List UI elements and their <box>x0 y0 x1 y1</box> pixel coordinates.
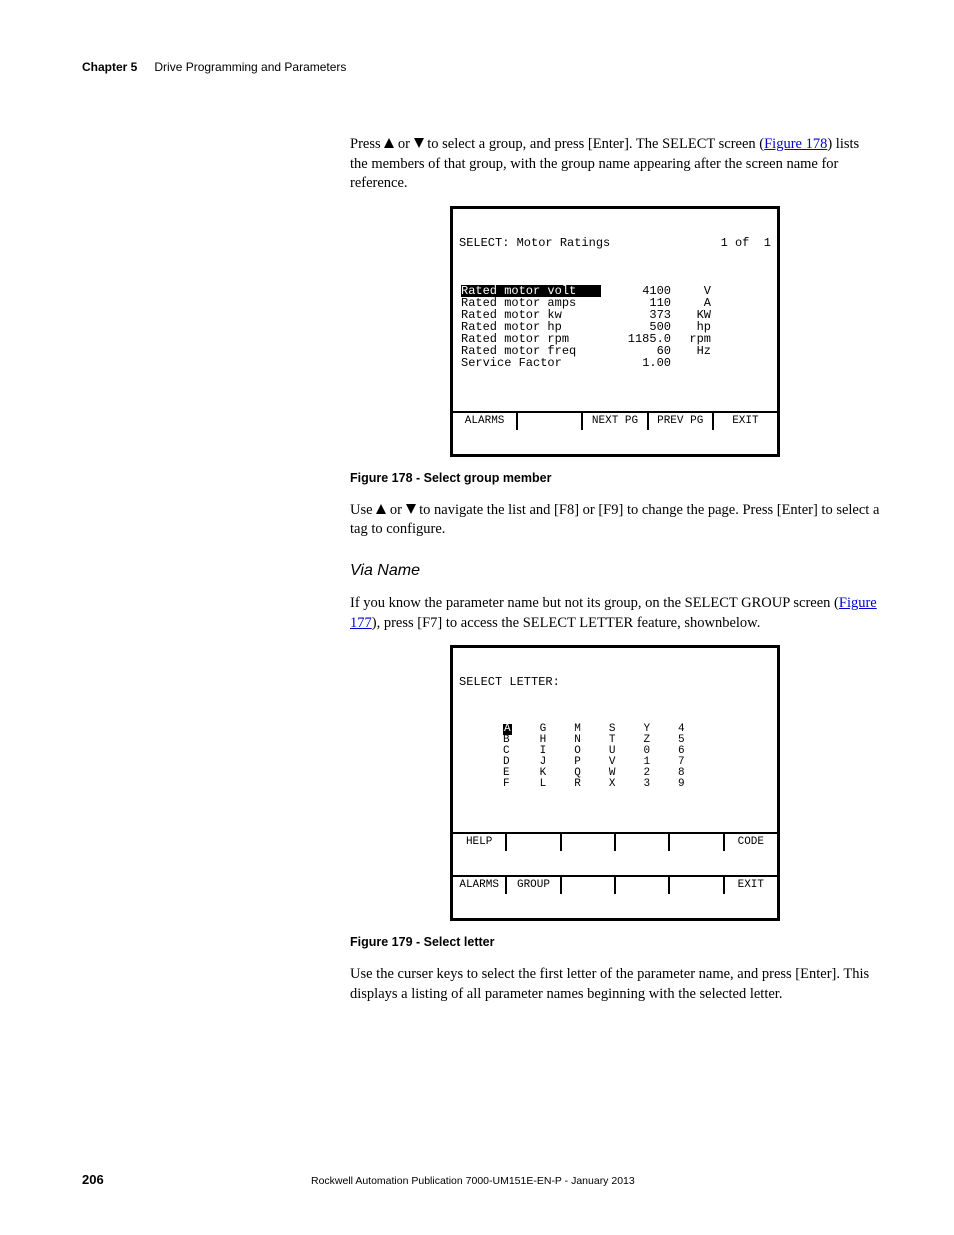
letter-cell[interactable]: X <box>609 779 616 790</box>
lcd-row-label: Rated motor freq <box>461 345 601 357</box>
lcd-row-unit <box>671 357 717 369</box>
lcd-row-label: Rated motor amps <box>461 297 601 309</box>
letter-cell[interactable]: 3 <box>643 779 650 790</box>
lcd-button <box>616 834 670 851</box>
lcd-button <box>518 413 583 430</box>
figure-178-caption: Figure 178 - Select group member <box>350 471 880 485</box>
lcd-button <box>670 877 724 894</box>
letter-column: GHIJKL <box>540 724 547 790</box>
lcd-button[interactable]: ALARMS <box>453 877 507 894</box>
down-arrow-icon <box>406 504 416 514</box>
lcd1-title-right: 1 of 1 <box>721 237 771 249</box>
paragraph-3: If you know the parameter name but not i… <box>350 594 880 633</box>
chapter-label: Chapter 5 <box>82 60 137 74</box>
lcd-row: Rated motor freq60Hz <box>461 345 769 357</box>
page-header: Chapter 5 Drive Programming and Paramete… <box>82 60 872 75</box>
lcd-row: Rated motor volt4100V <box>461 285 769 297</box>
lcd-button <box>616 877 670 894</box>
lcd-button[interactable]: GROUP <box>507 877 561 894</box>
lcd-button <box>562 834 616 851</box>
lcd-row: Rated motor rpm1185.0rpm <box>461 333 769 345</box>
page-number: 206 <box>82 1172 104 1187</box>
lcd-row: Rated motor kw373KW <box>461 309 769 321</box>
paragraph-2: Use or to navigate the list and [F8] or … <box>350 501 880 540</box>
lcd-row-unit: Hz <box>671 345 717 357</box>
lcd-button[interactable]: EXIT <box>714 413 777 430</box>
up-arrow-icon <box>384 138 394 148</box>
lcd-row-value: 4100 <box>601 285 671 297</box>
letter-cell[interactable]: F <box>503 779 512 790</box>
lcd-row-unit: V <box>671 285 717 297</box>
lcd-row-value: 373 <box>601 309 671 321</box>
lcd1-title-left: SELECT: Motor Ratings <box>459 237 610 249</box>
lcd-row-unit: A <box>671 297 717 309</box>
lcd-select-letter: SELECT LETTER: ABCDEF GHIJKL MNOPQR STUVWX Y… <box>450 645 780 921</box>
lcd2-title: SELECT LETTER: <box>459 676 560 688</box>
letter-column: 456789 <box>678 724 685 790</box>
lcd-button <box>670 834 724 851</box>
lcd-row-value: 1.00 <box>601 357 671 369</box>
lcd-button[interactable]: ALARMS <box>453 413 518 430</box>
lcd-row-unit: rpm <box>671 333 717 345</box>
lcd-button[interactable]: PREV PG <box>649 413 714 430</box>
lcd-row-label: Rated motor kw <box>461 309 601 321</box>
lcd-button[interactable]: EXIT <box>725 877 777 894</box>
lcd-button[interactable]: HELP <box>453 834 507 851</box>
lcd-button[interactable]: NEXT PG <box>583 413 648 430</box>
letter-column: STUVWX <box>609 724 616 790</box>
lcd-row: Rated motor hp500hp <box>461 321 769 333</box>
lcd-row-value: 110 <box>601 297 671 309</box>
letter-column: ABCDEF <box>503 724 512 790</box>
letter-column: MNOPQR <box>574 724 581 790</box>
lcd-button[interactable]: CODE <box>725 834 777 851</box>
lcd-row: Rated motor amps110A <box>461 297 769 309</box>
figure-179-caption: Figure 179 - Select letter <box>350 935 880 949</box>
page-footer: 206 Rockwell Automation Publication 7000… <box>82 1172 872 1187</box>
lcd-select-group-member: SELECT: Motor Ratings 1 of 1 Rated motor… <box>450 206 780 457</box>
letter-cell[interactable]: L <box>540 779 547 790</box>
lcd-row-label: Rated motor volt <box>461 285 601 297</box>
paragraph-1: Press or to select a group, and press [E… <box>350 135 880 194</box>
publication-line: Rockwell Automation Publication 7000-UM1… <box>104 1175 842 1187</box>
lcd-row-unit: KW <box>671 309 717 321</box>
lcd-row-label: Rated motor rpm <box>461 333 601 345</box>
lcd-row: Service Factor1.00 <box>461 357 769 369</box>
lcd-button <box>562 877 616 894</box>
down-arrow-icon <box>414 138 424 148</box>
lcd-row-value: 1185.0 <box>601 333 671 345</box>
lcd-row-unit: hp <box>671 321 717 333</box>
lcd-row-label: Rated motor hp <box>461 321 601 333</box>
lcd-row-value: 60 <box>601 345 671 357</box>
lcd-button <box>507 834 561 851</box>
letter-cell[interactable]: 9 <box>678 779 685 790</box>
lcd-row-value: 500 <box>601 321 671 333</box>
letter-cell[interactable]: R <box>574 779 581 790</box>
up-arrow-icon <box>376 504 386 514</box>
letter-column: YZ0123 <box>643 724 650 790</box>
figure-178-link[interactable]: Figure 178 <box>764 136 827 152</box>
chapter-title: Drive Programming and Parameters <box>154 60 346 74</box>
paragraph-4: Use the curser keys to select the first … <box>350 965 880 1004</box>
subhead-via-name: Via Name <box>350 562 880 580</box>
lcd-row-label: Service Factor <box>461 357 601 369</box>
